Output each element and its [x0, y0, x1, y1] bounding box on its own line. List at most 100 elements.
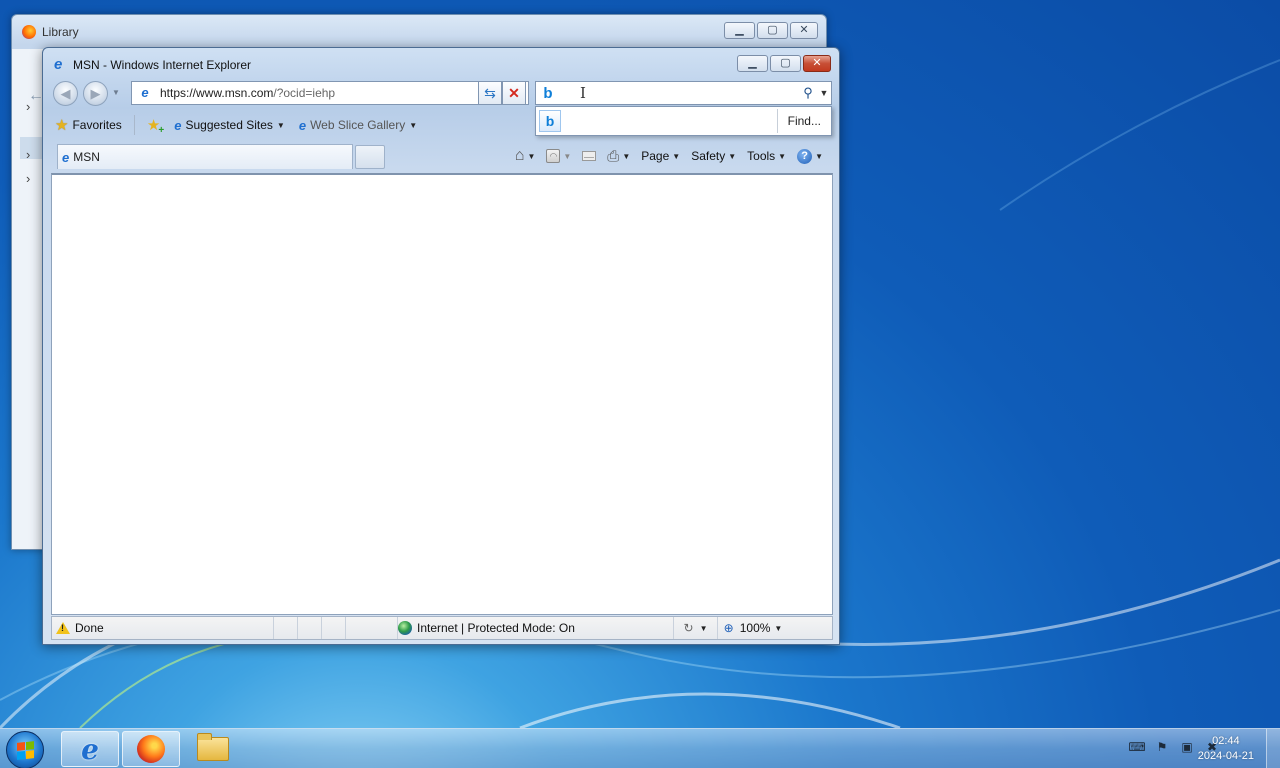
search-icon[interactable]: ⚲: [799, 85, 817, 101]
status-pane: [346, 617, 398, 639]
security-zone-cell[interactable]: Internet | Protected Mode: On: [398, 617, 674, 639]
library-window-title: Library: [42, 25, 79, 39]
library-selected-row[interactable]: [20, 137, 44, 159]
status-pane: [322, 617, 346, 639]
safety-menu-button[interactable]: Safety ▼: [687, 147, 740, 165]
page-content-area[interactable]: [51, 173, 833, 615]
action-center-flag-icon[interactable]: ⚑: [1154, 739, 1170, 755]
chevron-down-icon[interactable]: ▼: [527, 152, 535, 161]
chevron-down-icon: ▼: [672, 151, 681, 161]
folder-icon: [197, 733, 229, 761]
back-arrow-icon: ◀: [60, 85, 71, 101]
suggested-sites-button[interactable]: e Suggested Sites ▼: [170, 116, 289, 135]
library-caption-buttons: ▁ ▢ ✕: [724, 22, 818, 39]
forward-button[interactable]: ▶: [83, 81, 108, 106]
firefox-icon: [137, 735, 165, 763]
address-url-path: /?ocid=iehp: [273, 86, 336, 100]
refresh-button[interactable]: ⇆: [478, 81, 502, 105]
popup-blocker-cell[interactable]: ↻ ▼: [674, 617, 718, 639]
chevron-down-icon[interactable]: ▼: [563, 152, 571, 161]
taskbar-file-explorer[interactable]: [184, 731, 242, 767]
protected-mode-icon: ↻: [683, 621, 694, 635]
clock-time: 02:44: [1212, 735, 1240, 747]
stop-button[interactable]: ✕: [502, 81, 526, 105]
search-suggestion-dropdown: b Find...: [535, 106, 832, 136]
search-input[interactable]: [558, 86, 799, 100]
help-button[interactable]: ? ▼: [793, 147, 827, 166]
ie-caption-buttons: ▁ ▢ ✕: [737, 55, 831, 72]
taskbar-clock[interactable]: 02:44 2024-04-21: [1198, 734, 1254, 764]
home-button[interactable]: ⌂ ▼: [511, 146, 540, 166]
help-icon: ?: [797, 148, 813, 164]
zoom-cell[interactable]: ⊕ 100% ▼: [718, 617, 788, 639]
chevron-right-icon[interactable]: ›: [26, 99, 30, 114]
favorites-label: Favorites: [72, 118, 122, 132]
web-slice-gallery-label: Web Slice Gallery: [310, 118, 406, 132]
search-options-dropdown[interactable]: ▼: [817, 88, 831, 98]
zoom-level: 100%: [739, 621, 771, 635]
printer-icon: ⎙: [607, 147, 620, 165]
tab-msn[interactable]: e MSN: [57, 144, 353, 169]
ie-close-button[interactable]: ✕: [803, 55, 831, 72]
mail-icon: [582, 151, 597, 161]
status-bar: Done Internet | Protected Mode: On ↻ ▼ ⊕…: [51, 616, 833, 640]
command-bar: ⌂ ▼ ◠ ▼ ⎙ ▼ Page ▼ Safety ▼ Tools ▼ ? ▼: [511, 144, 827, 168]
ie-logo-icon: e: [54, 56, 63, 73]
library-minimize-button[interactable]: ▁: [724, 22, 755, 39]
page-menu-label: Page: [641, 149, 670, 163]
add-favorite-star-icon: ★: [147, 118, 165, 136]
tab-ie-icon: e: [62, 149, 70, 165]
chevron-down-icon: ▼: [409, 120, 418, 130]
show-desktop-button[interactable]: [1266, 729, 1280, 768]
tools-menu-button[interactable]: Tools ▼: [743, 147, 790, 165]
rss-feed-icon: ◠: [546, 149, 561, 163]
windows-logo-icon: [16, 740, 34, 760]
ie-minimize-button[interactable]: ▁: [737, 55, 768, 72]
new-tab-button[interactable]: [355, 145, 385, 169]
library-sidebar: ← › › ›: [12, 49, 44, 549]
warning-icon[interactable]: [56, 622, 70, 634]
bing-provider-icon[interactable]: b: [539, 110, 561, 132]
keyboard-icon[interactable]: ⌨: [1128, 739, 1145, 755]
taskbar-firefox[interactable]: [122, 731, 180, 767]
address-bar[interactable]: e https://www.msn.com/?ocid=iehp ▼: [131, 81, 529, 105]
chevron-right-icon[interactable]: ›: [26, 171, 30, 186]
chevron-down-icon: ▼: [276, 120, 285, 130]
favorites-button[interactable]: ★ Favorites: [51, 116, 126, 135]
page-menu-button[interactable]: Page ▼: [637, 147, 684, 165]
suggested-sites-label: Suggested Sites: [185, 118, 273, 132]
library-close-button[interactable]: ✕: [790, 22, 818, 39]
back-button[interactable]: ◀: [53, 81, 78, 106]
recent-pages-dropdown[interactable]: ▼: [112, 88, 120, 97]
tab-msn-label: MSN: [73, 150, 100, 164]
status-text: Done: [75, 621, 104, 635]
taskbar-internet-explorer[interactable]: e: [61, 731, 119, 767]
stop-icon: ✕: [508, 84, 520, 101]
home-icon: ⌂: [514, 147, 525, 164]
web-slice-gallery-button[interactable]: e Web Slice Gallery ▼: [295, 116, 421, 135]
read-mail-button[interactable]: [578, 149, 600, 163]
refresh-icon: ⇆: [484, 84, 496, 101]
start-button[interactable]: [6, 731, 44, 768]
chevron-right-icon[interactable]: ›: [26, 147, 30, 162]
find-button[interactable]: Find...: [776, 109, 831, 133]
network-icon[interactable]: ▣: [1179, 739, 1195, 755]
chevron-down-icon: ▼: [699, 623, 708, 633]
address-url[interactable]: https://www.msn.com/?ocid=iehp: [160, 86, 490, 100]
page-ie-icon: e: [141, 85, 149, 100]
globe-icon: [398, 621, 412, 635]
ie-window[interactable]: e MSN - Windows Internet Explorer ▁ ▢ ✕ …: [42, 47, 840, 645]
library-maximize-button[interactable]: ▢: [757, 22, 788, 39]
suggested-sites-ie-icon: e: [174, 117, 182, 133]
status-pane: [274, 617, 298, 639]
add-to-favorites-bar-button[interactable]: ★: [143, 116, 165, 136]
favorites-divider: [133, 115, 135, 135]
print-button[interactable]: ⎙ ▼: [603, 146, 634, 167]
search-box[interactable]: b ⚲ ▼ I: [535, 81, 832, 105]
ie-maximize-button[interactable]: ▢: [770, 55, 801, 72]
tools-menu-label: Tools: [747, 149, 776, 163]
text-cursor-icon: I: [580, 84, 586, 102]
chevron-down-icon[interactable]: ▼: [622, 152, 630, 161]
status-pane: [298, 617, 322, 639]
feeds-button[interactable]: ◠ ▼: [542, 147, 575, 165]
